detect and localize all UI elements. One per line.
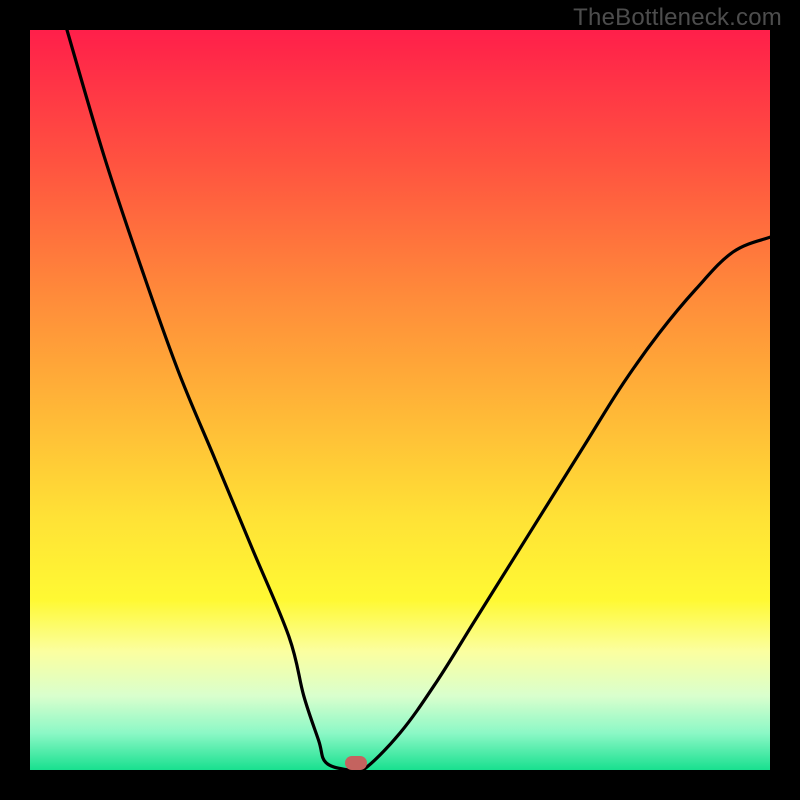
bottleneck-curve [30, 30, 770, 770]
chart-frame: TheBottleneck.com [0, 0, 800, 800]
watermark-text: TheBottleneck.com [573, 4, 782, 32]
optimal-point-marker [345, 756, 367, 770]
